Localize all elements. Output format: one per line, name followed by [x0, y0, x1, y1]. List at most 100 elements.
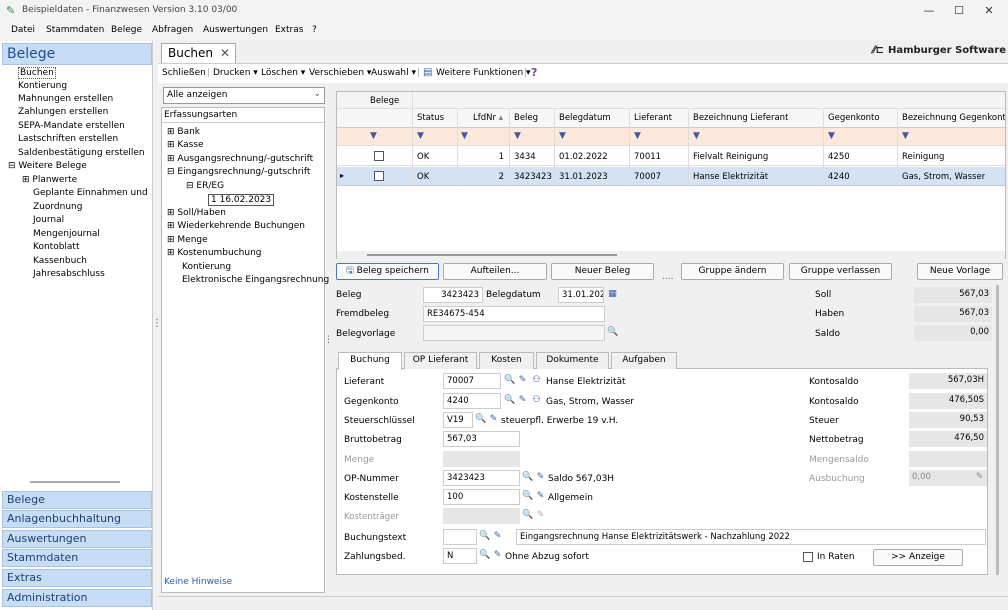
nav-section-stammdaten[interactable]: Stammdaten [2, 549, 152, 567]
in-raten-checkbox[interactable] [803, 552, 813, 562]
filter-icon[interactable]: ▼ [514, 132, 523, 141]
menu-auswertungen[interactable]: Auswertungen [203, 25, 268, 35]
table-row-selected[interactable]: ▸ OK 2 3423423 31.01.2023 70007 Hanse El… [337, 167, 1005, 186]
col-header-bez-gegenkonto[interactable]: Bezeichnung Gegenkonto [899, 113, 1005, 123]
entry-soll-haben[interactable]: ⊞ Soll/Haben [167, 208, 226, 218]
col-header-bez-lieferant[interactable]: Bezeichnung Lieferant [690, 113, 788, 123]
tab-buchen[interactable]: Buchen ✕ [161, 43, 236, 63]
tab-dokumente[interactable]: Dokumente [536, 352, 609, 369]
more-functions-menu[interactable]: Weitere Funktionen ▾ [436, 68, 531, 78]
search-icon[interactable]: 🔍 [522, 491, 533, 502]
close-button[interactable]: Schließen [162, 68, 206, 78]
nav-item-sepa[interactable]: SEPA-Mandate erstellen [18, 121, 125, 131]
entry-ausgangsrechnung[interactable]: ⊞ Ausgangsrechnung/-gutschrift [167, 154, 313, 164]
nav-item-kassenbuch[interactable]: Kassenbuch [33, 256, 87, 266]
expand-icon[interactable]: ⊞ [167, 235, 177, 245]
entry-menge[interactable]: ⊞ Menge [167, 235, 208, 245]
nav-section-belege[interactable]: Belege [2, 491, 152, 509]
col-header-status[interactable]: Status [414, 113, 444, 123]
col-header-lfdnr[interactable]: LfdNr ▴ [470, 113, 503, 123]
edit-icon[interactable]: ✎ [488, 414, 499, 425]
filter-icon[interactable]: ▼ [693, 132, 702, 141]
tab-op-lieferant[interactable]: OP Lieferant [404, 352, 477, 369]
entry-er-eg[interactable]: ⊟ ER/EG [186, 181, 224, 191]
nav-item-lastschriften[interactable]: Lastschriften erstellen [18, 134, 118, 144]
bruttobetrag-field[interactable]: 567,03 [443, 431, 520, 447]
print-menu[interactable]: Drucken ▾ [213, 68, 258, 78]
col-header-lieferant[interactable]: Lieferant [631, 113, 672, 123]
search-icon[interactable]: 🔍 [607, 327, 618, 338]
entry-kostenumbuchung[interactable]: ⊞ Kostenumbuchung [167, 248, 262, 258]
search-icon[interactable]: 🔍 [475, 414, 486, 425]
entry-group-item[interactable]: 1 16.02.2023 [208, 194, 275, 206]
expand-icon[interactable]: ⊞ [167, 208, 177, 218]
collapse-icon[interactable]: ⊟ [167, 167, 177, 177]
expand-icon[interactable]: ⊞ [167, 127, 177, 137]
nav-item-zahlungen[interactable]: Zahlungen erstellen [18, 107, 108, 117]
filter-select[interactable]: Alle anzeigen ⌄ [163, 87, 325, 104]
nav-item-jahresabschluss[interactable]: Jahresabschluss [33, 269, 105, 279]
filter-icon[interactable]: ▼ [559, 132, 568, 141]
nav-section-extras[interactable]: Extras [2, 569, 152, 587]
row-checkbox[interactable] [374, 151, 384, 161]
expand-icon[interactable]: ⊞ [167, 154, 177, 164]
table-row[interactable]: OK 1 3434 01.02.2022 70011 Fielvalt Rein… [337, 147, 1005, 166]
save-document-button[interactable]: 🖫 Beleg speichern [336, 263, 439, 280]
col-header-belegdatum[interactable]: Belegdatum [556, 113, 611, 123]
menu-datei[interactable]: Datei [11, 25, 35, 35]
expand-icon[interactable]: ⊞ [22, 175, 32, 185]
nav-item-kontoblatt[interactable]: Kontoblatt [33, 242, 80, 252]
edit-icon[interactable]: ✎ [517, 395, 528, 406]
filter-icon[interactable]: ▼ [634, 132, 643, 141]
delete-menu[interactable]: Löschen ▾ [261, 68, 305, 78]
entry-wiederkehrende[interactable]: ⊞ Wiederkehrende Buchungen [167, 221, 305, 231]
close-tab-icon[interactable]: ✕ [220, 46, 230, 60]
nav-section-administration[interactable]: Administration [2, 589, 152, 607]
search-icon[interactable]: 🔍 [479, 531, 490, 542]
calendar-icon[interactable]: ▦ [607, 289, 618, 300]
nav-item-mahnungen[interactable]: Mahnungen erstellen [18, 94, 113, 104]
search-icon[interactable]: 🔍 [504, 395, 515, 406]
entry-eingangsrechnung[interactable]: ⊟ Eingangsrechnung/-gutschrift [167, 167, 310, 177]
lieferant-field[interactable]: 70007 [443, 373, 501, 389]
buchungstext-code-field[interactable] [443, 529, 477, 545]
filter-icon[interactable]: ▼ [828, 132, 837, 141]
beleg-field[interactable]: 3423423 [423, 287, 483, 303]
row-checkbox[interactable] [374, 171, 384, 181]
entry-elektronisch[interactable]: Elektronische Eingangsrechnung [182, 275, 329, 285]
new-document-button[interactable]: Neuer Beleg [551, 263, 654, 280]
close-icon[interactable]: ✕ [975, 3, 1003, 19]
menu-stammdaten[interactable]: Stammdaten [46, 25, 104, 35]
horizontal-scrollbar[interactable] [337, 251, 1005, 259]
steuerschluessel-field[interactable]: V19 [443, 412, 473, 428]
tab-kosten[interactable]: Kosten [479, 352, 534, 369]
edit-icon[interactable]: ✎ [535, 472, 546, 483]
nav-item-kontierung[interactable]: Kontierung [18, 81, 67, 91]
vertical-scrollbar[interactable] [996, 285, 999, 575]
nav-item-planwerte[interactable]: ⊞ Planwerte [22, 175, 77, 185]
edit-icon[interactable]: ✎ [974, 472, 985, 483]
expand-icon[interactable]: ⊞ [167, 140, 177, 150]
nav-section-anlagen[interactable]: Anlagenbuchhaltung [2, 510, 152, 528]
op-nummer-field[interactable]: 3423423 [443, 470, 520, 486]
move-menu[interactable]: Verschieben ▾ [309, 68, 371, 78]
belegvorlage-field[interactable] [423, 325, 605, 341]
nav-item-weitere-belege[interactable]: ⊟ Weitere Belege [8, 161, 87, 171]
expand-icon[interactable]: ⊞ [167, 248, 177, 258]
edit-icon[interactable]: ✎ [517, 375, 528, 386]
edit-icon[interactable]: ✎ [492, 550, 503, 561]
collapse-icon[interactable]: ⊟ [8, 161, 18, 171]
zahlungsbed-field[interactable]: N [443, 548, 477, 564]
expand-icon[interactable]: ⊞ [167, 221, 177, 231]
collapse-icon[interactable]: ⊟ [186, 181, 196, 191]
search-icon[interactable]: 🔍 [479, 550, 490, 561]
person-icon[interactable]: ⚇ [531, 375, 542, 386]
search-icon[interactable]: 🔍 [504, 375, 515, 386]
help-icon[interactable]: ? [531, 66, 537, 79]
nav-section-auswertungen[interactable]: Auswertungen [2, 530, 152, 548]
col-header-beleg[interactable]: Beleg [511, 113, 538, 123]
maximize-icon[interactable]: ☐ [945, 3, 973, 19]
gegenkonto-field[interactable]: 4240 [443, 393, 501, 409]
buchungstext-field[interactable]: Eingangsrechnung Hanse Elektrizitätswerk… [516, 529, 986, 545]
filter-icon[interactable]: ▼ [370, 132, 379, 141]
